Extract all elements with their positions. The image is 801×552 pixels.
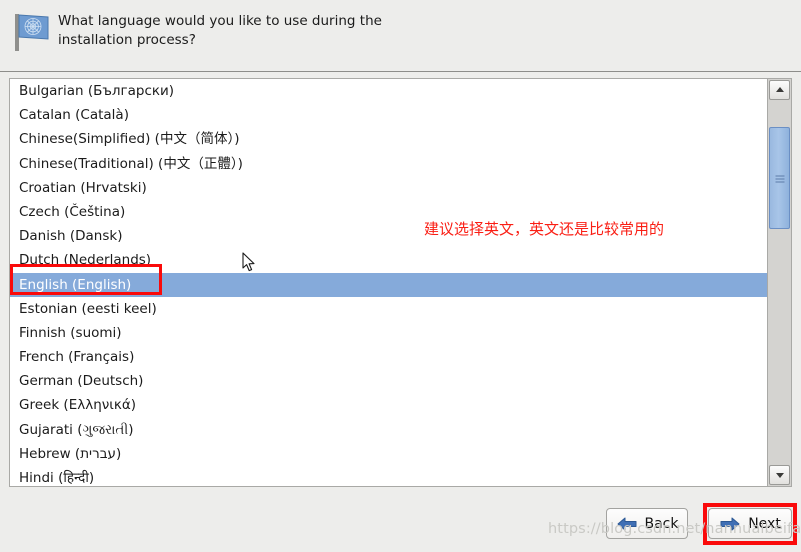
list-item[interactable]: Finnish (suomi) — [10, 321, 767, 345]
list-item[interactable]: Bulgarian (Български) — [10, 79, 767, 103]
chevron-down-icon — [775, 473, 784, 478]
scrollbar-thumb[interactable] — [769, 127, 790, 229]
scroll-down-button[interactable] — [769, 465, 790, 485]
list-item[interactable]: French (Français) — [10, 345, 767, 369]
mouse-cursor — [242, 252, 255, 272]
list-item[interactable]: Chinese(Traditional) (中文（正體）) — [10, 152, 767, 176]
list-item[interactable]: Greek (Ελληνικά) — [10, 393, 767, 417]
annotation-note: 建议选择英文，英文还是比较常用的 — [424, 220, 665, 238]
chevron-up-icon — [775, 87, 784, 92]
annotation-highlight-selected-row — [10, 264, 162, 295]
header-bar: What language would you like to use duri… — [0, 0, 801, 72]
list-item[interactable]: Croatian (Hrvatski) — [10, 176, 767, 200]
list-item[interactable]: Hindi (हिन्दी) — [10, 466, 767, 486]
grip-icon — [775, 175, 784, 183]
list-item[interactable]: Gujarati (ગુજરાતી) — [10, 418, 767, 442]
list-item[interactable]: German (Deutsch) — [10, 369, 767, 393]
list-item[interactable]: Estonian (eesti keel) — [10, 297, 767, 321]
page-title: What language would you like to use duri… — [58, 13, 382, 48]
un-flag-icon — [15, 14, 49, 51]
list-item[interactable]: Hebrew (עברית) — [10, 442, 767, 466]
list-item[interactable]: Catalan (Català) — [10, 103, 767, 127]
watermark: https://blog.csdn.net/nannualbeifan — [548, 521, 801, 537]
vertical-scrollbar[interactable] — [767, 79, 791, 486]
scroll-up-button[interactable] — [769, 80, 790, 100]
list-item[interactable]: Chinese(Simplified) (中文（简体）) — [10, 127, 767, 151]
